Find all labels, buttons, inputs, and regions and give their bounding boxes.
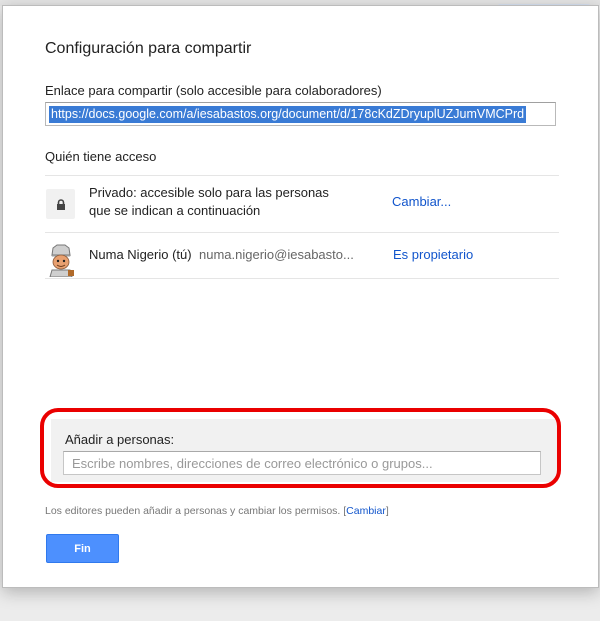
privacy-description: Privado: accesible solo para las persona… — [89, 184, 329, 220]
divider — [45, 278, 559, 279]
done-button[interactable]: Fin — [46, 534, 119, 563]
owner-name: Numa Nigerio (tú) — [89, 247, 192, 262]
owner-role: Es propietario — [393, 247, 474, 262]
share-link-field[interactable]: https://docs.google.com/a/iesabastos.org… — [45, 102, 556, 126]
footnote-text: Los editores pueden añadir a personas y … — [45, 505, 341, 517]
who-has-access-heading: Quién tiene acceso — [45, 149, 157, 164]
sharing-settings-dialog: Configuración para compartir Enlace para… — [2, 5, 599, 588]
footnote-bracket-close: ] — [385, 505, 389, 517]
add-people-input[interactable] — [63, 451, 541, 475]
change-permissions-link[interactable]: Cambiar — [346, 505, 386, 517]
share-link-selected-text[interactable]: https://docs.google.com/a/iesabastos.org… — [49, 106, 527, 123]
owner-email: numa.nigerio@iesabasto... — [199, 247, 354, 262]
change-privacy-link[interactable]: Cambiar... — [392, 194, 451, 209]
divider — [45, 232, 559, 233]
user-avatar — [46, 243, 76, 278]
privacy-line-2: que se indican a continuación — [89, 203, 261, 218]
editors-permission-note: Los editores pueden añadir a personas y … — [45, 505, 389, 517]
lock-icon — [46, 189, 75, 219]
share-link-label: Enlace para compartir (solo accesible pa… — [45, 83, 382, 98]
add-people-label: Añadir a personas: — [65, 432, 175, 447]
add-people-section: Añadir a personas: — [51, 419, 558, 482]
privacy-line-1: Privado: accesible solo para las persona… — [89, 185, 329, 200]
divider — [45, 175, 559, 176]
dialog-title: Configuración para compartir — [45, 40, 252, 57]
